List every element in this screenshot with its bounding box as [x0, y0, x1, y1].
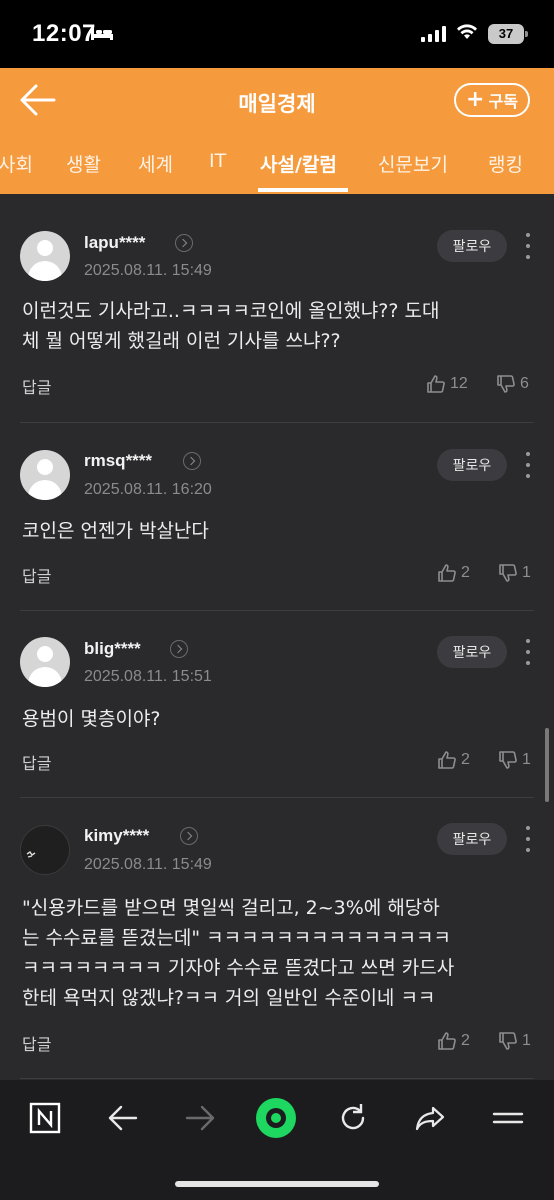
thumbs-up-icon [427, 375, 445, 393]
dislike-count: 6 [520, 375, 529, 392]
more-options-icon[interactable] [522, 233, 534, 259]
naver-button[interactable] [23, 1098, 67, 1138]
like-count: 2 [461, 751, 470, 768]
follow-button[interactable]: 팔로우 [437, 636, 507, 668]
comment-username[interactable]: lapu**** [84, 233, 145, 253]
like-button[interactable]: 2 [437, 1031, 470, 1051]
comment-username[interactable]: kimy**** [84, 826, 149, 846]
like-count: 2 [461, 564, 470, 581]
divider [20, 797, 534, 798]
follow-button[interactable]: 팔로우 [437, 823, 507, 855]
avatar[interactable] [20, 825, 70, 875]
naver-icon [29, 1102, 61, 1134]
thumbs-down-icon [499, 751, 517, 769]
thumbs-down-icon [497, 375, 515, 393]
dislike-count: 1 [522, 1032, 531, 1049]
home-indicator [175, 1181, 379, 1187]
tab-society[interactable]: 사회 [0, 150, 33, 177]
category-tabs: 사회 생활 세계 IT 사설/칼럼 신문보기 랭킹 [0, 132, 554, 194]
forward-arrow-icon [185, 1105, 215, 1131]
chevron-right-icon[interactable] [175, 234, 193, 252]
divider [20, 422, 534, 423]
more-options-icon[interactable] [522, 826, 534, 852]
chevron-right-icon[interactable] [180, 827, 198, 845]
avatar[interactable] [20, 231, 70, 281]
tab-life[interactable]: 생활 [66, 150, 101, 177]
active-tab-indicator [258, 188, 348, 192]
wifi-icon [456, 24, 478, 44]
divider [20, 610, 534, 611]
dislike-button[interactable]: 1 [498, 750, 531, 770]
battery-icon: 37 [488, 24, 528, 44]
dislike-button[interactable]: 1 [498, 563, 531, 583]
home-icon [256, 1098, 296, 1138]
follow-button[interactable]: 팔로우 [437, 449, 507, 481]
reply-button[interactable]: 답글 [22, 750, 51, 774]
dislike-button[interactable]: 6 [496, 374, 529, 394]
comment-username[interactable]: rmsq**** [84, 451, 152, 471]
scrollbar[interactable] [545, 728, 549, 802]
tab-world[interactable]: 세계 [138, 150, 173, 177]
avatar[interactable] [20, 637, 70, 687]
nav-share-button[interactable] [408, 1098, 452, 1138]
thumbs-down-icon [499, 564, 517, 582]
comment-text: 코인은 언젠가 박살난다 [22, 520, 209, 542]
more-options-icon[interactable] [522, 639, 534, 665]
subscribe-button[interactable]: + 구독 [454, 83, 530, 117]
status-time: 12:07 [32, 20, 96, 47]
comment-date: 2025.08.11. 15:49 [84, 856, 212, 873]
comment-date: 2025.08.11. 15:49 [84, 262, 212, 279]
chevron-right-icon[interactable] [170, 640, 188, 658]
plus-icon: + [466, 87, 485, 112]
comment-text: "신용카드를 받으면 몇일씩 걸리고, 2~3%에 해당하 는 수수료를 뜯겼는… [22, 897, 455, 1009]
subscribe-label: 구독 [488, 92, 518, 111]
nav-refresh-button[interactable] [331, 1098, 375, 1138]
reply-button[interactable]: 답글 [22, 1031, 51, 1055]
custom-avatar-icon [26, 851, 36, 858]
tab-newspaper[interactable]: 신문보기 [378, 150, 448, 177]
thumbs-up-icon [438, 751, 456, 769]
thumbs-up-icon [438, 564, 456, 582]
thumbs-down-icon [499, 1032, 517, 1050]
like-button[interactable]: 2 [437, 563, 470, 583]
like-count: 2 [461, 1032, 470, 1049]
nav-home-button[interactable] [254, 1098, 298, 1138]
comment-date: 2025.08.11. 15:51 [84, 668, 212, 685]
tab-editorial[interactable]: 사설/칼럼 [260, 150, 337, 177]
dislike-button[interactable]: 1 [498, 1031, 531, 1051]
nav-back-button[interactable] [101, 1098, 145, 1138]
refresh-icon [341, 1104, 365, 1130]
comment-text: 이런것도 기사라고..ㅋㅋㅋㅋ코인에 올인했냐?? 도대 체 뭘 어떻게 했길래… [22, 300, 440, 352]
reply-button[interactable]: 답글 [22, 374, 51, 398]
back-arrow-icon [108, 1105, 138, 1131]
follow-button[interactable]: 팔로우 [437, 230, 507, 262]
dislike-count: 1 [522, 751, 531, 768]
tab-it[interactable]: IT [209, 150, 226, 172]
like-count: 12 [450, 375, 468, 392]
like-button[interactable]: 12 [426, 374, 468, 394]
divider [20, 1078, 534, 1079]
thumbs-up-icon [438, 1032, 456, 1050]
sleep-focus-icon [90, 26, 114, 46]
comment-text: 용범이 몇층이야? [22, 708, 161, 730]
menu-icon [492, 1112, 524, 1124]
comment-username[interactable]: blig**** [84, 639, 141, 659]
nav-forward-button[interactable] [178, 1098, 222, 1138]
status-bar: 12:07 37 [0, 0, 554, 68]
avatar[interactable] [20, 450, 70, 500]
more-options-icon[interactable] [522, 452, 534, 478]
share-icon [415, 1106, 445, 1131]
chevron-right-icon[interactable] [183, 452, 201, 470]
status-indicators: 37 [421, 24, 528, 44]
nav-menu-button[interactable] [486, 1098, 530, 1138]
app-header: 매일경제 + 구독 [0, 68, 554, 132]
like-button[interactable]: 2 [437, 750, 470, 770]
reply-button[interactable]: 답글 [22, 563, 51, 587]
cellular-signal-icon [421, 26, 446, 42]
comment-date: 2025.08.11. 16:20 [84, 481, 212, 498]
dislike-count: 1 [522, 564, 531, 581]
tab-ranking[interactable]: 랭킹 [488, 150, 523, 177]
